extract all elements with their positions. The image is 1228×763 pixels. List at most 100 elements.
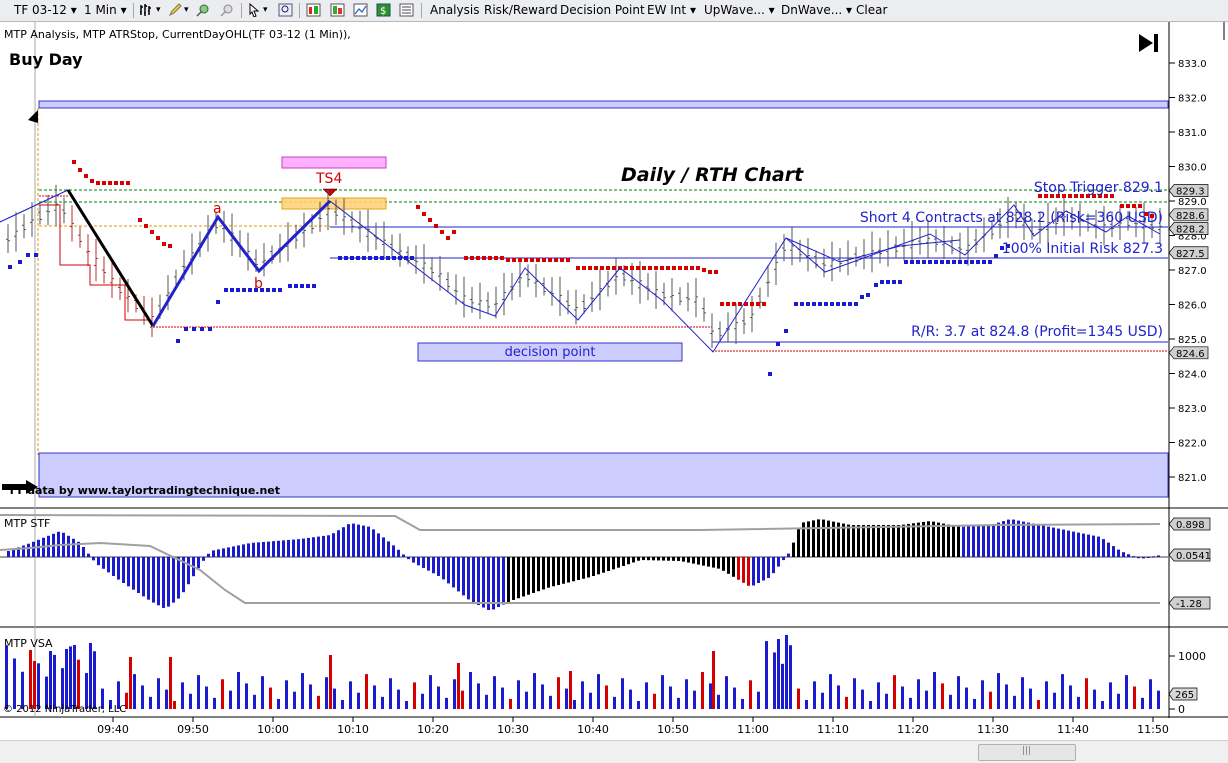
stf-bar bbox=[1142, 557, 1145, 559]
volume-bar bbox=[261, 676, 264, 709]
stf-bar bbox=[747, 557, 750, 586]
volume-bar bbox=[181, 682, 184, 709]
volume-bar bbox=[269, 687, 272, 709]
stf-bar bbox=[1132, 556, 1135, 558]
time-tick-label: 10:20 bbox=[417, 723, 449, 736]
stf-bar bbox=[567, 557, 570, 583]
volume-bar bbox=[1157, 690, 1160, 709]
horizontal-scrollbar[interactable]: ||| bbox=[0, 740, 1228, 763]
interval-selector[interactable]: 1 Min ▾ bbox=[84, 2, 127, 18]
stf-bar bbox=[722, 557, 725, 571]
zoom-icon[interactable] bbox=[220, 3, 235, 17]
menu-clear[interactable]: Clear bbox=[856, 2, 887, 18]
volume-bar bbox=[501, 687, 504, 709]
time-tick-label: 11:00 bbox=[737, 723, 769, 736]
stop-dot bbox=[90, 179, 94, 183]
volume-bar bbox=[277, 698, 280, 709]
instrument-selector[interactable]: TF 03-12 ▾ bbox=[14, 2, 77, 18]
stf-bar bbox=[577, 557, 580, 580]
menu-dnwave[interactable]: DnWave... ▾ bbox=[781, 2, 852, 18]
stf-bar bbox=[632, 557, 635, 563]
chart-area[interactable]: 833.0832.0831.0830.0829.0828.0827.0826.0… bbox=[0, 22, 1228, 740]
pointer-icon[interactable] bbox=[247, 3, 262, 17]
template-icon[interactable] bbox=[399, 3, 414, 17]
stf-bar bbox=[147, 557, 150, 600]
volume-bar bbox=[749, 680, 752, 709]
volume-bar bbox=[437, 686, 440, 709]
stf-bar bbox=[432, 557, 435, 574]
stf-bar bbox=[762, 557, 765, 581]
support-dot bbox=[818, 302, 822, 306]
stop-dot bbox=[476, 256, 480, 260]
menu-ew-int[interactable]: EW Int ▾ bbox=[647, 2, 696, 18]
stf-bar bbox=[127, 557, 130, 587]
chart-background bbox=[0, 22, 1228, 740]
volume-spike bbox=[169, 657, 172, 709]
stop-dot bbox=[612, 266, 616, 270]
stf-bar bbox=[897, 525, 900, 557]
indicators-icon[interactable] bbox=[353, 3, 368, 17]
strategy-icon[interactable]: $ bbox=[376, 3, 391, 17]
stf-bar bbox=[742, 557, 745, 583]
stf-bar bbox=[302, 538, 305, 557]
stf-bar bbox=[717, 557, 720, 569]
menu-upwave[interactable]: UpWave... ▾ bbox=[704, 2, 775, 18]
menu-risk-reward[interactable]: Risk/Reward bbox=[484, 2, 558, 18]
volume-bar bbox=[1101, 701, 1104, 709]
svg-text:$: $ bbox=[380, 6, 386, 17]
volume-bar bbox=[685, 679, 688, 709]
price-tick-label: 833.0 bbox=[1178, 59, 1207, 70]
crosshair-icon[interactable] bbox=[196, 3, 211, 17]
volume-bar bbox=[565, 688, 568, 709]
volume-bar bbox=[549, 695, 552, 709]
draw-pencil-icon[interactable] bbox=[168, 3, 183, 17]
volume-bar bbox=[965, 687, 968, 709]
support-dot bbox=[410, 256, 414, 260]
stf-bar bbox=[282, 540, 285, 557]
stf-bar bbox=[472, 557, 475, 603]
stf-bar bbox=[87, 553, 90, 557]
stf-bar bbox=[172, 557, 175, 603]
stf-bar bbox=[867, 525, 870, 557]
stf-bar bbox=[642, 557, 645, 561]
chart-properties-icon[interactable] bbox=[306, 3, 321, 17]
stf-value-marker: -1.28 bbox=[1168, 596, 1211, 610]
bar-type-icon[interactable] bbox=[139, 3, 154, 17]
stf-bar bbox=[427, 557, 430, 571]
scrollbar-thumb[interactable]: ||| bbox=[978, 744, 1076, 761]
volume-bar bbox=[173, 701, 176, 709]
stop-dot bbox=[720, 302, 724, 306]
stop-dot bbox=[416, 205, 420, 209]
volume-bar bbox=[581, 681, 584, 709]
stop-dot bbox=[542, 258, 546, 262]
volume-bar bbox=[757, 691, 760, 709]
stf-bar bbox=[797, 528, 800, 557]
time-tick-label: 10:00 bbox=[257, 723, 289, 736]
stop-dot bbox=[506, 258, 510, 262]
stf-bar bbox=[727, 557, 730, 574]
stf-bar bbox=[362, 525, 365, 557]
stf-bar bbox=[187, 557, 190, 585]
volume-bar bbox=[941, 683, 944, 709]
stf-bar bbox=[202, 557, 205, 561]
stf-bar bbox=[712, 557, 715, 568]
stf-bar bbox=[1032, 523, 1035, 557]
volume-bar bbox=[741, 698, 744, 709]
stf-bar bbox=[1072, 531, 1075, 557]
price-tick-label: 822.0 bbox=[1178, 439, 1207, 450]
volume-bar bbox=[861, 689, 864, 709]
magnifier-icon[interactable] bbox=[278, 3, 293, 17]
stf-bar bbox=[377, 533, 380, 557]
support-dot bbox=[784, 329, 788, 333]
menu-decision-point[interactable]: Decision Point bbox=[560, 2, 645, 18]
svg-text:-1.28: -1.28 bbox=[1176, 599, 1202, 610]
time-tick-label: 10:30 bbox=[497, 723, 529, 736]
stop-dot bbox=[428, 218, 432, 222]
volume-spike bbox=[129, 657, 132, 709]
data-box-icon[interactable] bbox=[330, 3, 345, 17]
volume-bar bbox=[669, 686, 672, 709]
stf-bar bbox=[367, 526, 370, 557]
menu-analysis[interactable]: Analysis bbox=[430, 2, 479, 18]
stop-dot bbox=[672, 266, 676, 270]
stf-bar bbox=[597, 557, 600, 575]
